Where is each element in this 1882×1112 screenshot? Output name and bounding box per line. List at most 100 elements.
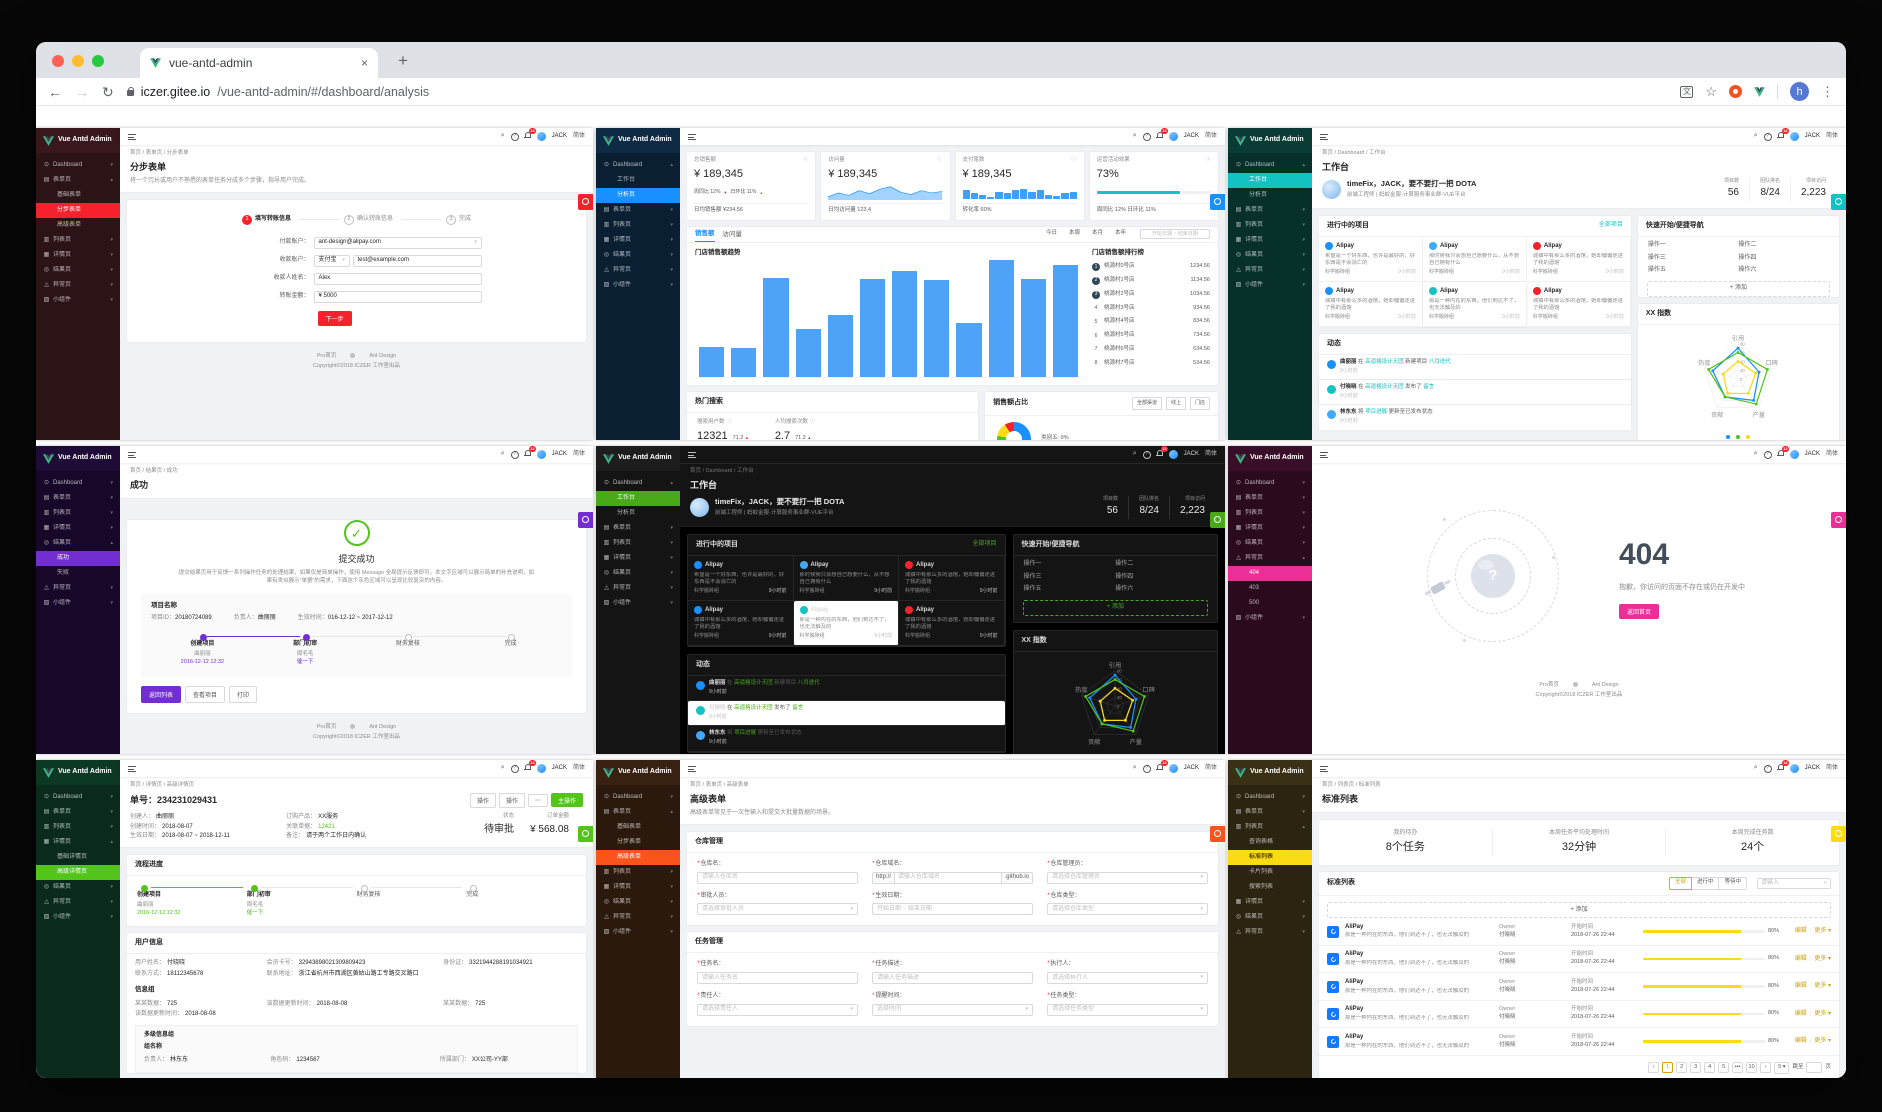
sidebar-item[interactable]: 分步表单 [596, 835, 680, 850]
edit-link[interactable]: 编辑 [1795, 955, 1807, 964]
profile-avatar[interactable]: h [1790, 82, 1809, 101]
row-title[interactable]: AliPay [1345, 979, 1363, 985]
more-actions-button[interactable]: ⋯ [527, 793, 548, 807]
sidebar-item[interactable]: 成功 [36, 551, 120, 566]
project-card[interactable]: Alipay 那是一种内在的东西，他们到达不了，也无法触及的 科学搬砖组 9小时前 [1422, 281, 1527, 327]
action-button[interactable]: 操作 [469, 792, 496, 808]
search-icon[interactable]: ⌕ [1133, 131, 1137, 141]
github-icon[interactable] [1572, 682, 1578, 688]
field-input[interactable]: 请输入仓库名 [697, 871, 858, 884]
field-input[interactable]: 请输入任务名 [697, 972, 858, 985]
search-icon[interactable]: ⌕ [501, 763, 505, 773]
page-button[interactable]: 3 [1690, 1062, 1702, 1074]
page-size-select[interactable]: 5 ▾ [1774, 1061, 1790, 1074]
bell-icon[interactable]: 12 [524, 760, 537, 773]
sidebar-item[interactable]: ⊙ Dashboard ▾ [1228, 476, 1312, 491]
more-link[interactable]: 更多 ▾ [1814, 955, 1831, 964]
activity-link[interactable]: 八月迭代 [1429, 359, 1451, 365]
sidebar-item[interactable]: ◎ 结果页 ▾ [596, 895, 680, 910]
quick-op-link[interactable]: 操作一 [1648, 241, 1739, 250]
sidebar-item[interactable]: △ 异常页 ▾ [596, 581, 680, 596]
sidebar-item[interactable]: ▦ 详情页 ▾ [596, 233, 680, 248]
footer-link-pro[interactable]: Pro首页 [317, 724, 337, 730]
user-avatar[interactable] [1789, 764, 1799, 773]
sidebar-item[interactable]: 搜索列表 [1228, 880, 1312, 895]
sidebar-item[interactable]: ▤ 表单页 ▴ [596, 805, 680, 820]
sidebar-item[interactable]: ▤ 表单页 ▾ [36, 805, 120, 820]
sidebar-item[interactable]: ▥ 列表页 ▾ [36, 506, 120, 521]
quick-op-link[interactable]: 操作四 [1738, 254, 1829, 263]
rank-item[interactable]: 7 桃源村6号店 634.56 [1092, 343, 1210, 357]
language-switch[interactable]: 简体 [573, 132, 585, 141]
sidebar-item[interactable]: △ 异常页 ▴ [1228, 551, 1312, 566]
sidebar-item[interactable]: 查询表格 [1228, 835, 1312, 850]
quick-op-link[interactable]: 操作五 [1648, 266, 1739, 275]
sidebar-item[interactable]: ◎ 结果页 ▾ [1228, 248, 1312, 263]
project-team[interactable]: 科学搬砖组 [800, 633, 825, 640]
sidebar-item[interactable]: ▥ 列表页 ▾ [596, 536, 680, 551]
sidebar-item[interactable]: ⊙ Dashboard ▴ [596, 158, 680, 173]
edit-link[interactable]: 编辑 [1795, 1037, 1807, 1046]
breadcrumb[interactable]: 首页 / Dashboard / 工作台 [690, 468, 1215, 476]
app-logo[interactable]: Vue Antd Admin [1228, 446, 1312, 471]
sidebar-item[interactable]: ▤ 表单页 ▾ [1228, 805, 1312, 820]
sidebar-item[interactable]: ◎ 结果页 ▾ [1228, 910, 1312, 925]
channel-filter-button[interactable]: 线上 [1165, 397, 1186, 410]
channel-filter-button[interactable]: 全部渠道 [1131, 397, 1162, 410]
search-icon[interactable]: ⌕ [1754, 131, 1758, 141]
quick-op-link[interactable]: 操作三 [1024, 573, 1116, 582]
language-switch[interactable]: 简体 [1826, 764, 1838, 773]
app-logo[interactable]: Vue Antd Admin [596, 760, 680, 785]
sidebar-item[interactable]: △ 异常页 ▾ [36, 895, 120, 910]
edit-link[interactable]: 编辑 [1795, 1010, 1807, 1019]
sidebar-item[interactable]: 工作台 [596, 491, 680, 506]
row-title[interactable]: AliPay [1345, 1006, 1363, 1012]
back-home-button[interactable]: 返回首页 [1619, 603, 1660, 619]
rank-item[interactable]: 6 桃源村5号店 734.56 [1092, 329, 1210, 343]
minimize-window-button[interactable] [72, 55, 84, 67]
sidebar-item[interactable]: ◎ 结果页 ▾ [1228, 536, 1312, 551]
user-avatar[interactable] [1789, 132, 1799, 141]
sidebar-item[interactable]: 分析页 [596, 188, 680, 203]
user-avatar[interactable] [1168, 764, 1178, 773]
browser-tab[interactable]: vue-antd-admin × [140, 48, 378, 78]
filter-button[interactable]: 进行中 [1691, 876, 1720, 890]
theme-settings-gear[interactable] [1210, 826, 1225, 842]
breadcrumb[interactable]: 首页 / 表单页 / 高级表单 [690, 782, 1215, 790]
channel-filter-button[interactable]: 门店 [1189, 397, 1210, 410]
search-icon[interactable]: ⌕ [1754, 763, 1758, 773]
account-type-select[interactable]: 支付宝 ▾ [313, 254, 350, 267]
sidebar-item[interactable]: ⊙ Dashboard ▴ [596, 476, 680, 491]
project-team[interactable]: 科学搬砖组 [1533, 314, 1558, 321]
activity-user[interactable]: 曲丽丽 [709, 680, 726, 686]
info-icon[interactable]: ⓘ [803, 157, 809, 165]
bell-icon[interactable]: 12 [1156, 760, 1169, 773]
step-note[interactable]: 2016-12-12 12:32 [151, 659, 254, 667]
sidebar-item[interactable]: ▦ 详情页 ▾ [36, 521, 120, 536]
sidebar-item[interactable]: ▤ 表单页 ▾ [1228, 203, 1312, 218]
sidebar-item[interactable]: ▦ 详情页 ▾ [596, 880, 680, 895]
sidebar-item[interactable]: ◎ 结果页 ▾ [596, 248, 680, 263]
sidebar-item[interactable]: ▤ 表单页 ▾ [1228, 491, 1312, 506]
page-button[interactable]: 1 [1662, 1062, 1674, 1074]
search-icon[interactable]: ⌕ [1133, 449, 1137, 459]
theme-settings-gear[interactable] [1210, 194, 1225, 210]
help-icon[interactable]: ? [1142, 132, 1151, 141]
translate-icon[interactable]: 文 [1680, 85, 1694, 98]
page-button[interactable]: 5 [1718, 1062, 1730, 1074]
owner-name[interactable]: 付晓晓 [1499, 1014, 1565, 1022]
sidebar-item[interactable]: ◎ 结果页 ▾ [596, 566, 680, 581]
field-input[interactable]: 选择时间 ▾ [872, 1003, 1033, 1016]
next-step-button[interactable]: 下一步 [317, 310, 352, 326]
page-button[interactable]: 10 [1746, 1062, 1758, 1074]
edit-link[interactable]: 编辑 [1795, 927, 1807, 936]
activity-link[interactable]: 项目进展 [734, 730, 756, 736]
all-projects-link[interactable]: 全部项目 [1599, 221, 1623, 230]
help-icon[interactable]: ? [1763, 764, 1772, 773]
theme-settings-gear[interactable] [1210, 512, 1225, 528]
theme-settings-gear[interactable] [578, 512, 593, 528]
date-range-link[interactable]: 本年 [1115, 230, 1126, 238]
info-icon[interactable]: ⓘ [1071, 157, 1077, 165]
date-range-link[interactable]: 本周 [1069, 230, 1080, 238]
filter-button[interactable]: 等待中 [1719, 876, 1747, 890]
